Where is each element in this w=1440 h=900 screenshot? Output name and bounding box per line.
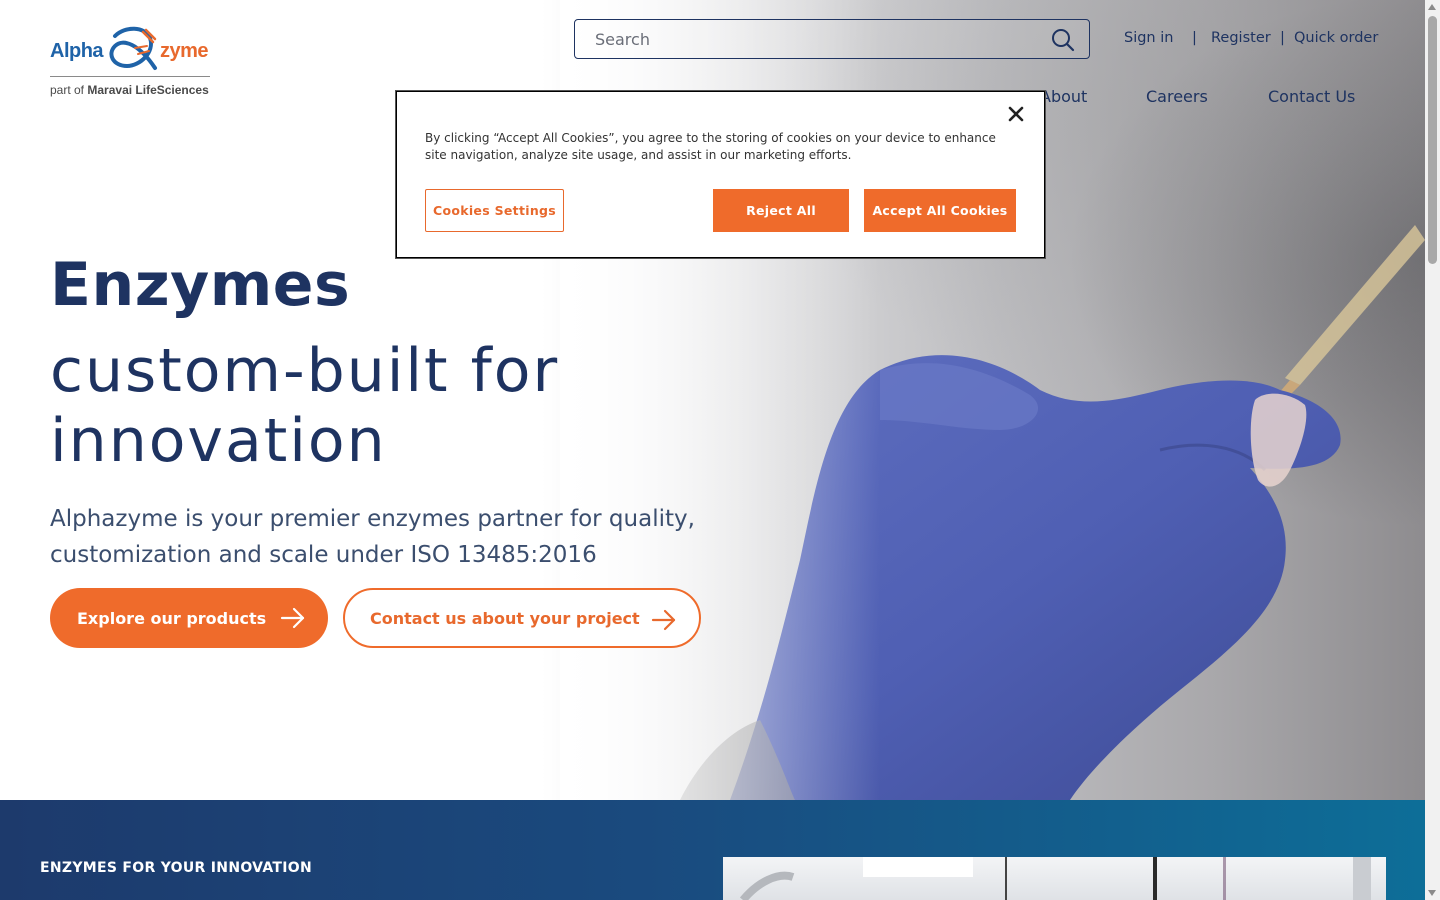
sign-in-link[interactable]: Sign in bbox=[1124, 30, 1173, 46]
scroll-down-arrow-icon[interactable] bbox=[1428, 890, 1436, 896]
logo-alpha-text: Alpha bbox=[50, 40, 104, 62]
search-bar[interactable] bbox=[574, 19, 1090, 59]
hero-description: Alphazyme is your premier enzymes partne… bbox=[50, 506, 695, 568]
tagline-prefix: part of bbox=[50, 83, 85, 97]
arrow-right-icon bbox=[280, 607, 305, 629]
tagline-company: Maravai LifeSciences bbox=[87, 83, 209, 97]
nav-contact-us[interactable]: Contact Us bbox=[1268, 87, 1355, 106]
link-separator: | bbox=[1280, 30, 1285, 46]
page-scrollbar[interactable] bbox=[1425, 0, 1440, 900]
nav-about[interactable]: About bbox=[1040, 87, 1087, 106]
accept-all-cookies-button[interactable]: Accept All Cookies bbox=[864, 189, 1016, 232]
quick-order-link[interactable]: Quick order bbox=[1294, 30, 1378, 46]
nav-careers[interactable]: Careers bbox=[1146, 87, 1208, 106]
hero-subtitle: custom-built for innovation bbox=[50, 336, 560, 476]
cookie-consent-dialog: By clicking “Accept All Cookies”, you ag… bbox=[396, 91, 1045, 258]
logo-divider bbox=[50, 76, 210, 77]
lab-ceiling-image bbox=[739, 857, 1371, 900]
scroll-thumb[interactable] bbox=[1428, 16, 1437, 264]
explore-products-label: Explore our products bbox=[77, 608, 267, 628]
lab-photo bbox=[723, 857, 1386, 900]
scroll-up-arrow-icon[interactable] bbox=[1428, 4, 1436, 10]
link-separator: | bbox=[1192, 30, 1197, 46]
search-input[interactable] bbox=[595, 28, 1035, 50]
contact-project-button[interactable]: Contact us about your project bbox=[343, 588, 701, 648]
cookie-message: By clicking “Accept All Cookies”, you ag… bbox=[425, 131, 996, 162]
section-heading: ENZYMES FOR YOUR INNOVATION bbox=[40, 860, 312, 876]
explore-products-button[interactable]: Explore our products bbox=[50, 588, 328, 648]
register-link[interactable]: Register bbox=[1211, 30, 1271, 46]
close-icon[interactable] bbox=[1006, 104, 1026, 124]
logo-zyme-text: zyme bbox=[160, 40, 209, 62]
innovation-section: ENZYMES FOR YOUR INNOVATION bbox=[0, 800, 1425, 900]
alphazyme-logo[interactable]: Alpha zyme part of Maravai LifeSciences bbox=[50, 26, 212, 100]
alpha-dna-logo-icon bbox=[109, 26, 157, 70]
cookies-settings-button[interactable]: Cookies Settings bbox=[425, 189, 564, 232]
reject-all-button[interactable]: Reject All bbox=[713, 189, 849, 232]
arrow-right-icon bbox=[651, 609, 676, 631]
hero-title: Enzymes bbox=[50, 250, 351, 320]
logo-tagline: part of Maravai LifeSciences bbox=[50, 83, 209, 97]
contact-project-label: Contact us about your project bbox=[370, 608, 640, 628]
search-icon[interactable] bbox=[1051, 28, 1075, 52]
